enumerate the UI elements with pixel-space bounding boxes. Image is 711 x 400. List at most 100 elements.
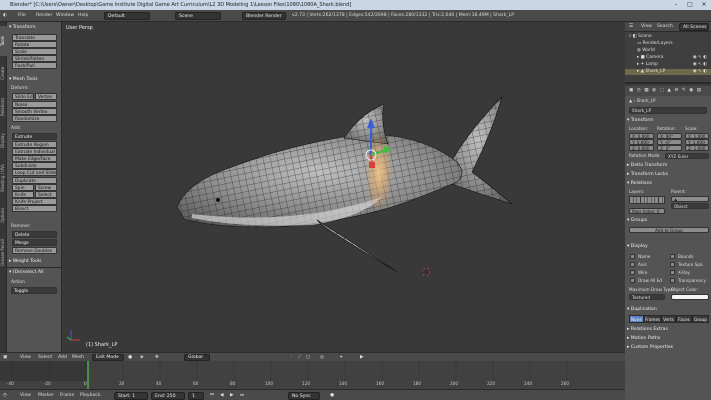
mode-select[interactable]: Edit Mode [92, 354, 124, 361]
section-motion-paths[interactable]: ▸ Motion Paths [627, 335, 660, 342]
push-pull-button[interactable]: Push/Pull [12, 62, 57, 69]
loop-cut-button[interactable]: Loop Cut and Slide [12, 169, 57, 176]
outliner-menu-search[interactable]: Search [657, 23, 673, 31]
smooth-vertex-button[interactable]: Smooth Vertex [12, 108, 57, 115]
duplicate-button[interactable]: Duplicate [12, 177, 57, 184]
menu-render[interactable]: Render [36, 12, 52, 20]
timeline-menu-marker[interactable]: Marker [38, 392, 54, 400]
slide-edge-button[interactable]: Slide Ed [12, 93, 34, 100]
tab-shading-uvs[interactable]: Shading / UVs [0, 158, 7, 198]
add-to-group-button[interactable]: Add to Group [629, 227, 709, 233]
tab-create[interactable]: Create [0, 58, 7, 88]
blender-logo-icon[interactable]: ◐ [3, 12, 7, 20]
slide-vertex-button[interactable]: Vertex [35, 93, 57, 100]
3d-viewport[interactable]: User Persp (1) Shark_LP [62, 22, 625, 352]
close-icon[interactable]: ✕ [697, 0, 711, 10]
noise-button[interactable]: Noise [12, 101, 57, 108]
extrude-region-button[interactable]: Extrude Region [12, 141, 57, 148]
display-axis-checkbox[interactable] [630, 262, 635, 267]
dup-group-tab[interactable]: Group [692, 315, 709, 323]
subdivide-button[interactable]: Subdivide [12, 162, 57, 169]
scene-select[interactable]: Scene [175, 12, 221, 20]
screen-layout-select[interactable]: Default [104, 12, 150, 20]
tab-display[interactable]: Display [0, 126, 7, 156]
properties-context-icons[interactable]: ▣ ◷ ▦ ◍ ⬚ ▲ ⚙ ✎ ◉ ▤ [629, 87, 702, 95]
section-duplication[interactable]: ▾ Duplication [627, 306, 657, 313]
display-wire-checkbox[interactable] [630, 270, 635, 275]
pass-index-field[interactable]: Pass Index: 0 [629, 208, 665, 214]
outliner-display-mode[interactable]: All Scenes [679, 23, 709, 31]
section-transform-locks[interactable]: ▸ Transform Locks [627, 171, 668, 178]
tab-relations[interactable]: Relations [0, 90, 7, 124]
section-weight-tools-header[interactable]: ▸ Weight Tools [9, 258, 42, 265]
display-name-checkbox[interactable] [630, 254, 635, 259]
section-transform[interactable]: ▾ Transform [627, 117, 654, 124]
display-xray-checkbox[interactable] [670, 270, 675, 275]
scale-z[interactable]: Z: 1.000 [685, 145, 709, 151]
timeline-menu-frame[interactable]: Frame [60, 392, 74, 400]
rotation-mode-select[interactable]: XYZ Euler [665, 153, 709, 159]
dup-verts-tab[interactable]: Verts [661, 315, 676, 323]
action-select[interactable]: Toggle [11, 287, 57, 294]
display-texture-space-checkbox[interactable] [670, 262, 675, 267]
maximize-icon[interactable]: □ [683, 0, 697, 10]
knife-project-button[interactable]: Knife Project [12, 198, 57, 205]
3d-cursor[interactable] [420, 266, 432, 278]
display-draw-all-edges-checkbox[interactable] [630, 278, 635, 283]
viewport-canvas[interactable] [62, 22, 625, 352]
section-transform-header[interactable]: ▾ Transform [9, 24, 36, 31]
layers-grid[interactable] [629, 196, 665, 204]
merge-menu[interactable]: Merge [12, 239, 57, 246]
knife-button[interactable]: Knife [12, 191, 34, 198]
outliner-row-lamp[interactable]: ▸ ✦ Lamp ◉ ↖ ◐ [625, 62, 711, 68]
record-icon[interactable]: ● [330, 392, 334, 400]
menu-help[interactable]: Help [78, 12, 88, 20]
outliner-menu-view[interactable]: View [641, 23, 652, 31]
section-groups[interactable]: ▾ Groups [627, 217, 647, 224]
parent-type-select[interactable]: Object [671, 203, 709, 209]
rotate-button[interactable]: Rotate [12, 41, 57, 48]
section-relations-extras[interactable]: ▸ Relations Extras [627, 326, 668, 333]
outliner-row-camera[interactable]: ▸ ■ Camera ◉ ↖ ◐ [625, 55, 711, 61]
minimize-icon[interactable]: – [669, 0, 683, 10]
display-bounds-checkbox[interactable] [670, 254, 675, 259]
tab-options[interactable]: Options [0, 200, 7, 230]
section-display[interactable]: ▾ Display [627, 243, 648, 250]
location-z[interactable]: Z: 0.000 [629, 145, 654, 151]
screw-button[interactable]: Screw [35, 184, 57, 191]
start-frame-field[interactable]: Start: 1 [114, 392, 148, 400]
timeline-menu-playback[interactable]: Playback [80, 392, 101, 400]
timeline[interactable]: -40 -20 0 20 40 60 80 100 120 140 160 18… [0, 361, 625, 389]
timeline-menu-view[interactable]: View [20, 392, 31, 400]
dup-none-tab[interactable]: None [629, 315, 644, 323]
outliner-row-shark[interactable]: ▸ ▲ Shark_LP ◉ ↖ ◐ [625, 69, 711, 75]
remove-doubles-button[interactable]: Remove Doubles [12, 247, 57, 254]
shrink-fatten-button[interactable]: Shrink/Fatten [12, 55, 57, 62]
delete-menu[interactable]: Delete [12, 231, 57, 238]
section-mesh-tools-header[interactable]: ▾ Mesh Tools [9, 76, 38, 83]
orientation-select[interactable]: Global [184, 354, 210, 361]
extrude-menu[interactable]: Extrude [12, 133, 57, 140]
play-reverse-icon[interactable]: ◀ [220, 392, 224, 400]
jump-end-icon[interactable]: ⏭ [240, 392, 244, 400]
section-custom-properties[interactable]: ▸ Custom Properties [627, 344, 673, 351]
object-name-field[interactable]: Shark_LP [629, 107, 707, 114]
timeline-editor-icon[interactable]: ◷ [3, 392, 7, 400]
current-frame-field[interactable]: 1 [188, 392, 204, 400]
make-edge-face-button[interactable]: Make Edge/Face [12, 155, 57, 162]
visibility-icons[interactable]: ◉ ↖ ◐ [693, 55, 707, 61]
display-transparency-checkbox[interactable] [670, 278, 675, 283]
play-icon[interactable]: ▶ [230, 392, 234, 400]
dup-frames-tab[interactable]: Frames [644, 315, 661, 323]
menu-window[interactable]: Window [56, 12, 74, 20]
sync-select[interactable]: No Sync [288, 392, 320, 400]
section-delta-transform[interactable]: ▸ Delta Transform [627, 162, 667, 169]
visibility-icons[interactable]: ◉ ↖ ◐ [693, 62, 707, 68]
dup-faces-tab[interactable]: Faces [676, 315, 692, 323]
outliner-row-world[interactable]: ◍ World [625, 48, 711, 54]
translate-button[interactable]: Translate [12, 34, 57, 41]
parent-field[interactable]: ▲ [671, 196, 709, 202]
extrude-individual-button[interactable]: Extrude Individual [12, 148, 57, 155]
section-relations[interactable]: ▾ Relations [627, 180, 652, 187]
scale-button[interactable]: Scale [12, 48, 57, 55]
